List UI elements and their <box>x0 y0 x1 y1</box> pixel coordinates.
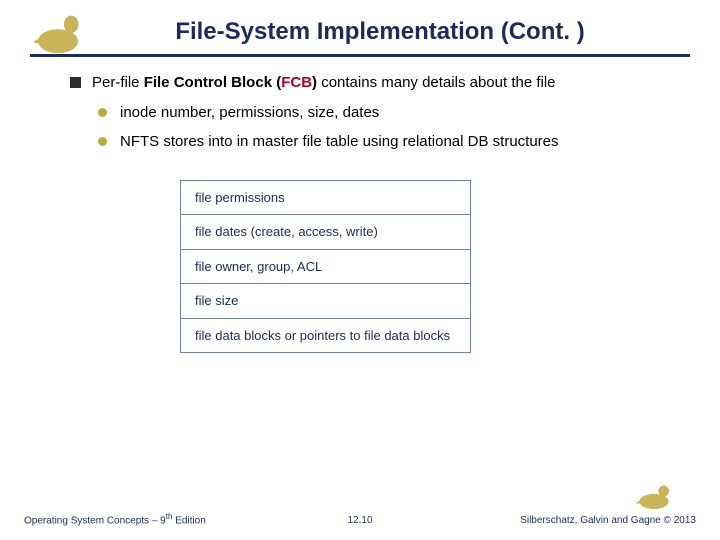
dinosaur-logo-top <box>28 10 88 58</box>
text-fcb: FCB <box>281 74 312 91</box>
fig-cell: file dates (create, access, write) <box>181 215 471 250</box>
text: Per-file <box>92 74 144 91</box>
footer-left: Operating System Concepts – 9th Edition <box>24 512 206 526</box>
table-row: file owner, group, ACL <box>181 249 471 284</box>
footer-left-pre: Operating System Concepts – 9 <box>24 515 166 526</box>
bullet-fcb: Per-file File Control Block (FCB) contai… <box>70 73 660 93</box>
fcb-structure-table: file permissions file dates (create, acc… <box>180 180 471 354</box>
subbullet-inode: inode number, permissions, size, dates <box>98 103 660 123</box>
table-row: file data blocks or pointers to file dat… <box>181 318 471 353</box>
page-title: File-System Implementation (Cont. ) <box>30 18 690 46</box>
footer-center: 12.10 <box>347 515 372 526</box>
footer: Operating System Concepts – 9th Edition … <box>0 498 720 526</box>
fig-cell: file size <box>181 284 471 319</box>
fig-cell: file owner, group, ACL <box>181 249 471 284</box>
fig-cell: file permissions <box>181 180 471 215</box>
fig-cell: file data blocks or pointers to file dat… <box>181 318 471 353</box>
table-row: file size <box>181 284 471 319</box>
subbullet-nfts: NFTS stores into in master file table us… <box>98 132 660 152</box>
content-area: Per-file File Control Block (FCB) contai… <box>0 57 720 353</box>
text-bold: File Control Block ( <box>144 74 282 91</box>
table-row: file dates (create, access, write) <box>181 215 471 250</box>
table-row: file permissions <box>181 180 471 215</box>
footer-right: Silberschatz, Galvin and Gagne © 2013 <box>520 515 696 526</box>
text: contains many details about the file <box>317 74 555 91</box>
footer-left-post: Edition <box>172 515 205 526</box>
